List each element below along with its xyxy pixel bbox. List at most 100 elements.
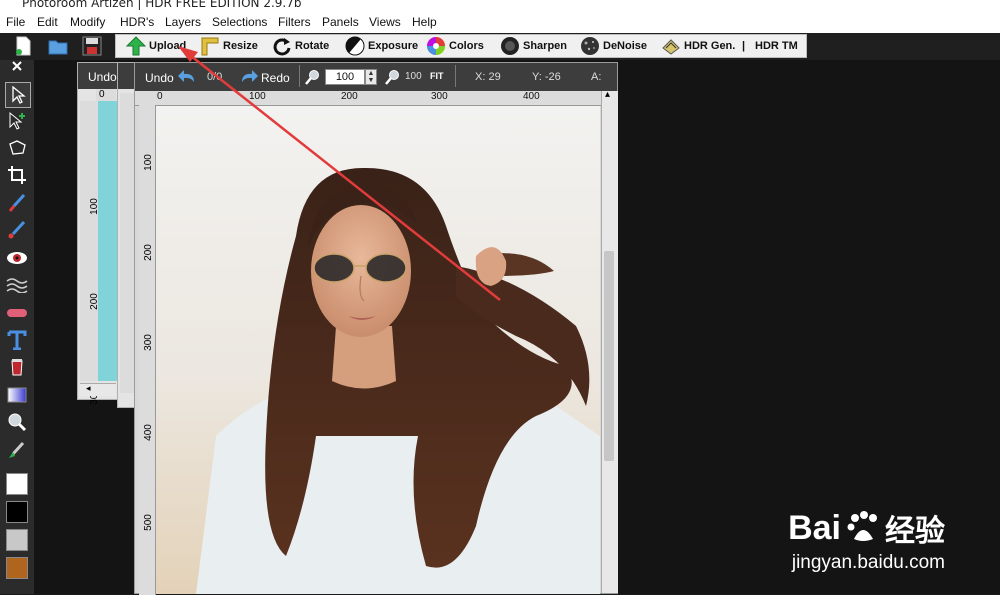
zoom-100-button[interactable]: 100 [405, 71, 422, 82]
open-folder-icon[interactable] [48, 36, 68, 56]
watermark-cn: 经验 [885, 514, 945, 549]
toolbar-divider-2 [455, 65, 456, 87]
zoom-in-icon[interactable] [385, 69, 401, 88]
sharpen-icon [500, 36, 520, 56]
watermark-url: jingyan.baidu.com [791, 552, 945, 573]
lasso-icon[interactable] [5, 136, 29, 160]
crop-icon[interactable] [5, 163, 29, 187]
hruler-100: 100 [249, 91, 266, 102]
save-disk-icon[interactable] [82, 36, 102, 56]
undo-button[interactable]: Undo [145, 71, 174, 85]
history-counter: 0/0 [207, 71, 223, 83]
resize-label: Resize [223, 40, 258, 52]
vruler-100: 100 [142, 154, 154, 171]
scroll-thumb[interactable] [604, 251, 614, 461]
close-panel-icon[interactable] [5, 58, 29, 74]
hdr-gen-icon [661, 36, 681, 56]
zoom-input[interactable] [325, 69, 365, 85]
rotate-label: Rotate [295, 40, 330, 52]
hruler-0: 0 [157, 91, 163, 102]
hdr-tm-button[interactable]: HDR TM [752, 35, 798, 57]
zoom-stepper[interactable]: ▲ ▼ [365, 69, 377, 85]
select-arrow-icon[interactable] [5, 82, 31, 108]
paint-bucket-icon[interactable] [5, 355, 29, 379]
exposure-label: Exposure [368, 40, 419, 52]
window-title: Photoroom Artizen | HDR FREE EDITION 2.9… [22, 0, 302, 10]
brush-icon[interactable] [5, 191, 29, 215]
scroll-up-arrow-icon[interactable]: ▴ [605, 89, 610, 100]
upload-arrow-icon [125, 36, 147, 56]
hruler-400: 400 [523, 91, 540, 102]
rotate-icon [272, 36, 292, 56]
doc-vscrollbar[interactable]: ▴ [601, 89, 618, 593]
exposure-button[interactable]: Exposure [345, 35, 418, 57]
upload-button[interactable]: Upload [125, 35, 186, 57]
denoise-label: DeNoise [603, 40, 648, 52]
toolbar-divider [299, 65, 300, 87]
sharpen-button[interactable]: Sharpen [500, 35, 567, 57]
back-image-preview [98, 101, 118, 381]
exposure-icon [345, 36, 365, 56]
hdr-gen-label: HDR Gen. [684, 40, 736, 52]
menu-modify[interactable]: Modify [70, 15, 105, 29]
redo-arrow-icon[interactable] [239, 68, 259, 89]
hdr-gen-button[interactable]: HDR Gen. [661, 35, 735, 57]
foreground-color-swatch[interactable] [6, 473, 28, 495]
watermark-brand: Bai [788, 508, 841, 547]
smudge-wave-icon[interactable] [5, 273, 29, 297]
menu-hdrs[interactable]: HDR's [120, 15, 154, 29]
resize-button[interactable]: Resize [200, 35, 258, 57]
undo-arrow-icon[interactable] [177, 68, 197, 89]
sharpen-label: Sharpen [523, 40, 568, 52]
horizontal-ruler: 0 100 200 300 400 [135, 91, 601, 106]
portrait-photo [156, 106, 600, 594]
menu-views[interactable]: Views [369, 15, 401, 29]
baidu-watermark: Bai 经验 jingyan.baidu.com [745, 506, 945, 574]
hruler-200: 200 [341, 91, 358, 102]
denoise-button[interactable]: DeNoise [580, 35, 647, 57]
zoom-magnifier-icon [305, 69, 321, 88]
gradient-icon[interactable] [5, 383, 29, 407]
menu-help[interactable]: Help [412, 15, 437, 29]
texture-swatch[interactable] [6, 557, 28, 579]
toolbar-separator: | [742, 40, 746, 52]
main-document-window[interactable]: Undo 0/0 Redo ▲▼ 100 FIT X: 29 Y: -26 A:… [134, 62, 618, 595]
eraser-icon[interactable] [5, 301, 29, 325]
back-window-header: Undo [78, 63, 118, 89]
denoise-icon [580, 36, 600, 56]
back-window-2-vruler [120, 93, 134, 393]
rotate-button[interactable]: Rotate [272, 35, 329, 57]
menu-layers[interactable]: Layers [165, 15, 201, 29]
scroll-left-arrow-icon[interactable]: ◂ [86, 383, 91, 394]
new-file-icon[interactable] [13, 36, 33, 56]
zoom-icon[interactable] [5, 410, 29, 434]
menu-filters[interactable]: Filters [278, 15, 311, 29]
menu-panels[interactable]: Panels [322, 15, 359, 29]
fit-button[interactable]: FIT [430, 71, 444, 81]
gray-swatch[interactable] [6, 529, 28, 551]
colors-button[interactable]: Colors [426, 35, 484, 57]
background-color-swatch[interactable] [6, 501, 28, 523]
back-hscrollbar[interactable]: ◂ [80, 383, 116, 396]
text-tool-icon[interactable] [5, 328, 29, 352]
menu-edit[interactable]: Edit [37, 15, 58, 29]
back-undo-button[interactable]: Undo [88, 70, 117, 84]
red-eye-icon[interactable] [5, 246, 29, 270]
vruler-500: 500 [142, 514, 154, 531]
vruler-400: 400 [142, 424, 154, 441]
back-hruler-zero: 0 [99, 89, 105, 100]
paw-logo-icon [845, 509, 881, 548]
doc-toolbar: Undo 0/0 Redo ▲▼ 100 FIT X: 29 Y: -26 A: [135, 63, 617, 91]
pen-icon[interactable] [5, 218, 29, 242]
cursor-y: Y: -26 [532, 71, 561, 83]
colors-label: Colors [449, 40, 484, 52]
tools-panel [0, 60, 34, 594]
cursor-alpha: A: [591, 71, 602, 83]
redo-button[interactable]: Redo [261, 71, 290, 85]
add-select-icon[interactable] [5, 109, 29, 133]
menu-file[interactable]: File [6, 15, 25, 29]
document-image[interactable] [156, 106, 600, 594]
color-picker-icon[interactable] [5, 438, 29, 462]
menu-selections[interactable]: Selections [212, 15, 267, 29]
back-document-window[interactable]: Undo 0 100 200 300 ◂ [77, 62, 119, 405]
